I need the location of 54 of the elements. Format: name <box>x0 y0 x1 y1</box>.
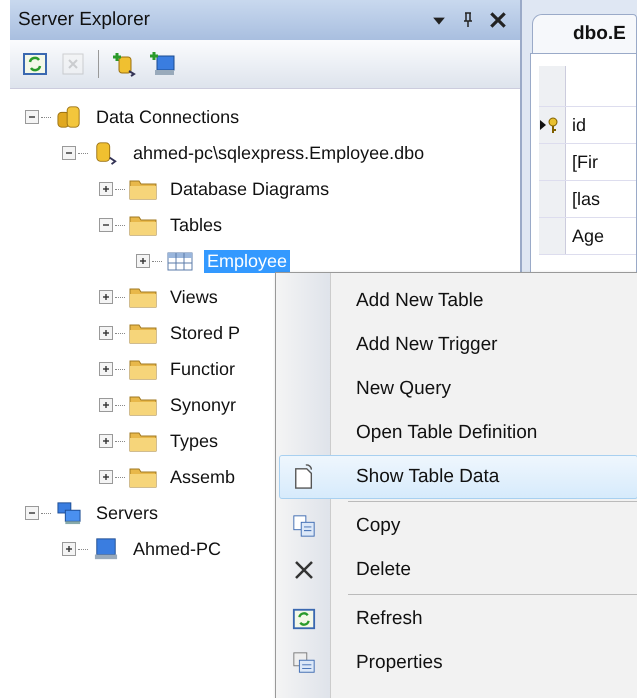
add-server-icon[interactable] <box>149 51 175 77</box>
menu-item[interactable]: Show Table Data <box>279 455 637 499</box>
menu-item[interactable]: Add New Trigger <box>279 323 637 367</box>
table-cell-text: [las <box>571 188 602 211</box>
menu-item[interactable]: New Query <box>279 367 637 411</box>
computer-icon <box>92 537 120 561</box>
menu-item[interactable]: Refresh <box>279 597 637 641</box>
tree-item[interactable]: Assemb <box>167 466 238 488</box>
row-header[interactable] <box>539 107 566 143</box>
expand-icon[interactable] <box>99 290 113 304</box>
tree-item[interactable]: Ahmed-PC <box>130 538 224 560</box>
tree-item[interactable]: Data Connections <box>93 106 242 128</box>
expand-icon[interactable] <box>99 470 113 484</box>
document-icon <box>293 464 315 490</box>
table-cell-text: [Fir <box>571 151 599 174</box>
tree-item[interactable]: Tables <box>167 214 226 236</box>
collapse-icon[interactable] <box>99 218 113 232</box>
expand-icon[interactable] <box>99 182 113 196</box>
tree-item[interactable]: Database Diagrams <box>167 178 332 200</box>
header-cell <box>539 66 566 106</box>
servers-icon <box>55 501 83 525</box>
expand-icon[interactable] <box>99 362 113 376</box>
copy-icon <box>292 514 316 538</box>
document-tab[interactable]: dbo.E <box>532 14 637 53</box>
menu-item[interactable]: Add New Table <box>279 279 637 323</box>
expand-icon[interactable] <box>99 434 113 448</box>
expand-icon[interactable] <box>99 398 113 412</box>
expand-icon[interactable] <box>136 254 150 268</box>
table-cell-text: Age <box>571 225 606 248</box>
tree-item[interactable]: Functior <box>167 358 238 380</box>
tree-item[interactable]: Views <box>167 286 221 308</box>
close-icon[interactable] <box>490 12 506 28</box>
properties-icon <box>292 651 316 675</box>
delete-icon <box>294 560 314 580</box>
add-database-icon[interactable] <box>111 51 137 77</box>
menu-item[interactable]: Delete <box>279 548 637 592</box>
menu-item[interactable]: Open Table Definition <box>279 411 637 455</box>
menu-item[interactable]: Copy <box>279 504 637 548</box>
expand-icon[interactable] <box>99 326 113 340</box>
menu-item[interactable]: Properties <box>279 641 637 685</box>
collapse-icon[interactable] <box>62 146 76 160</box>
refresh-icon[interactable] <box>22 51 48 77</box>
tree-item[interactable]: Stored P <box>167 322 244 344</box>
tree-item[interactable]: Types <box>167 430 222 452</box>
tree-item[interactable]: Synonyr <box>167 394 240 416</box>
collapse-icon[interactable] <box>25 506 39 520</box>
panel-title: Server Explorer <box>18 9 151 31</box>
collapse-icon[interactable] <box>25 110 39 124</box>
expand-icon[interactable] <box>62 542 76 556</box>
pin-icon[interactable] <box>462 11 474 29</box>
table-cell-text: id <box>571 114 588 137</box>
tree-item[interactable]: ahmed-pc\sqlexpress.Employee.dbo <box>130 142 428 164</box>
tree-item[interactable]: Servers <box>93 502 162 524</box>
refresh-icon <box>292 607 316 631</box>
